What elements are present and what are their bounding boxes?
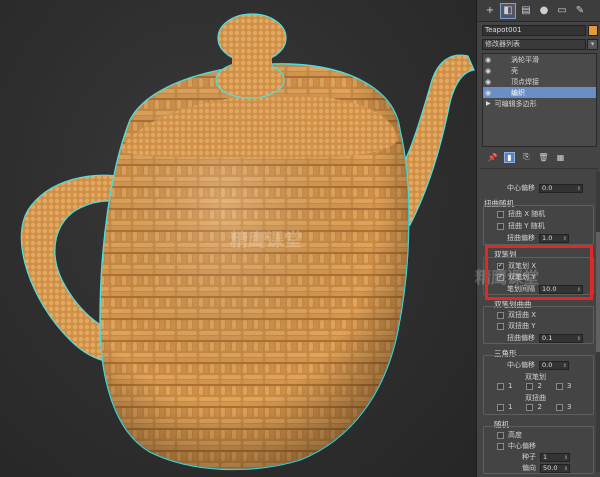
stack-item-base[interactable]: ▶ 可编辑多边形	[483, 98, 596, 109]
double-twist-y-checkbox[interactable]	[497, 322, 504, 330]
random-seed-row: 种子 1 ⇕	[522, 452, 570, 462]
center-offset-row: 中心偏移 0.0 ⇕	[507, 183, 583, 193]
stack-item[interactable]: ◉ 顶点焊接	[483, 76, 596, 87]
configure-sets-icon[interactable]: ▦	[555, 152, 566, 163]
object-name-field[interactable]: Teapot001	[482, 25, 586, 36]
plus-icon[interactable]: +	[483, 4, 497, 18]
triangle-twist-options: 1 2 3	[497, 403, 571, 411]
triangle-twist-3-checkbox[interactable]	[555, 403, 563, 411]
double-twist-offset-spinner[interactable]: 0.1 ⇕	[539, 333, 583, 343]
command-panel-tabs: + ◧ ▤ ● ▭ ✎	[477, 0, 600, 22]
divider	[480, 168, 598, 169]
triangle-stroke-3-checkbox[interactable]	[555, 382, 563, 390]
double-twist-offset-row: 扭曲偏移 0.1 ⇕	[507, 333, 583, 343]
double-twist-x-checkbox[interactable]	[497, 311, 504, 319]
watermark-text: 精鹰课堂	[230, 230, 302, 251]
twist-x-random-row[interactable]: 扭曲 X 随机	[497, 209, 545, 219]
utilities-icon[interactable]: ✎	[573, 4, 587, 18]
modify-icon[interactable]: ◧	[500, 2, 516, 19]
triangle-stroke-label: 双笔划	[525, 373, 546, 381]
eye-icon[interactable]: ◉	[485, 78, 495, 86]
twist-y-random-row[interactable]: 扭曲 Y 随机	[497, 221, 545, 231]
motion-icon[interactable]: ●	[537, 4, 551, 18]
triangle-stroke-2-checkbox[interactable]	[526, 382, 534, 390]
random-bias-spinner[interactable]: 50.0 ⇕	[540, 463, 570, 473]
stack-item[interactable]: ◉ 壳	[483, 65, 596, 76]
panel-scrollbar[interactable]	[596, 172, 600, 472]
modifier-list-dropdown[interactable]: 修改器列表	[482, 39, 586, 50]
triangle-stroke-1-checkbox[interactable]	[497, 382, 504, 390]
triangle-center-row: 中心偏移 0.0 ⇕	[507, 360, 569, 370]
random-center-row[interactable]: 中心偏移	[497, 441, 536, 451]
show-end-result-icon[interactable]: ▮	[504, 151, 515, 163]
double-twist-x-row[interactable]: 双扭曲 X	[497, 310, 536, 320]
viewport[interactable]: 精鹰课堂	[0, 0, 476, 477]
center-offset-spinner[interactable]: 0.0 ⇕	[539, 183, 583, 193]
modifier-stack: ◉ 涡轮平滑 ◉ 壳 ◉ 顶点焊接 ◉ 编织 ▶ 可编辑多边形	[482, 53, 597, 147]
triangle-twist-label: 双扭曲	[525, 394, 546, 402]
make-unique-icon[interactable]: ⎘	[521, 152, 532, 163]
command-panel: + ◧ ▤ ● ▭ ✎ Teapot001 修改器列表 ▾ ◉ 涡轮平滑 ◉ 壳…	[475, 0, 600, 477]
scrollbar-thumb[interactable]	[596, 232, 600, 352]
stack-toolbar: 📌 ▮ ⎘ 🗑 ▦	[477, 150, 600, 164]
twist-offset-spinner[interactable]: 1.0 ⇕	[539, 233, 569, 243]
random-height-checkbox[interactable]	[497, 431, 504, 439]
triangle-center-spinner[interactable]: 0.0 ⇕	[539, 360, 569, 370]
eye-icon[interactable]: ◉	[485, 67, 495, 75]
random-seed-spinner[interactable]: 1 ⇕	[540, 452, 570, 462]
stack-item[interactable]: ◉ 涡轮平滑	[483, 54, 596, 65]
triangle-twist-2-checkbox[interactable]	[526, 403, 534, 411]
triangle-twist-1-checkbox[interactable]	[497, 403, 504, 411]
pin-stack-icon[interactable]: 📌	[487, 152, 498, 163]
expand-arrow-icon[interactable]: ▶	[486, 100, 491, 107]
highlight-box	[485, 245, 593, 300]
random-center-checkbox[interactable]	[497, 442, 504, 450]
display-icon[interactable]: ▭	[555, 4, 569, 18]
eye-icon[interactable]: ◉	[485, 89, 495, 97]
double-twist-y-row[interactable]: 双扭曲 Y	[497, 321, 536, 331]
hierarchy-icon[interactable]: ▤	[519, 4, 533, 18]
eye-icon[interactable]: ◉	[485, 56, 495, 64]
triangle-stroke-options: 1 2 3	[497, 382, 571, 390]
remove-modifier-icon[interactable]: 🗑	[538, 152, 549, 163]
twist-y-random-checkbox[interactable]	[497, 222, 504, 230]
stack-item-selected[interactable]: ◉ 编织	[483, 87, 596, 98]
twist-offset-row: 扭曲偏移 1.0 ⇕	[507, 233, 569, 243]
random-bias-row: 偏向 50.0 ⇕	[522, 463, 570, 473]
twist-x-random-checkbox[interactable]	[497, 210, 504, 218]
chevron-down-icon[interactable]: ▾	[587, 39, 598, 50]
random-height-row[interactable]: 高度	[497, 430, 522, 440]
object-color-swatch[interactable]	[588, 25, 598, 36]
